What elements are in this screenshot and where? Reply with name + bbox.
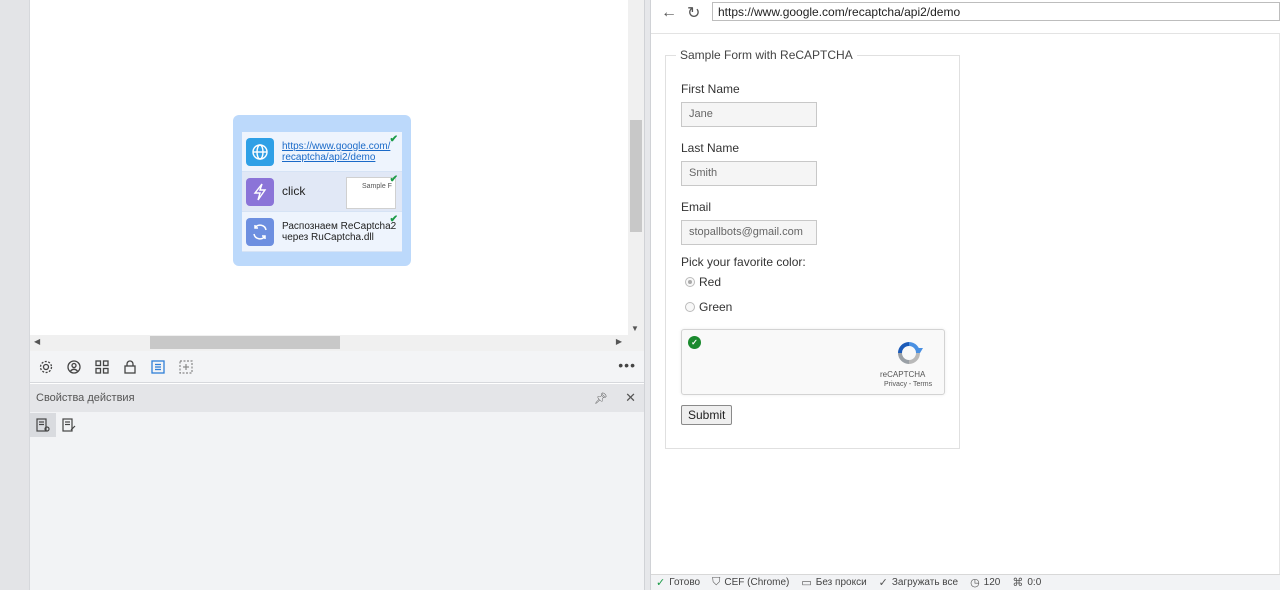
node-click-label: click — [282, 184, 306, 198]
action-group[interactable]: https://www.google.com/ recaptcha/api2/d… — [233, 115, 411, 266]
form-legend: Sample Form with ReCAPTCHA — [676, 48, 857, 62]
mouse-icon: ⌘ — [1012, 577, 1024, 589]
first-name-label: First Name — [681, 82, 740, 96]
shield-icon: ⛉ — [712, 576, 721, 588]
status-counter[interactable]: ⌘ 0:0 — [1012, 576, 1041, 589]
left-gutter — [0, 0, 30, 590]
project-canvas[interactable]: https://www.google.com/ recaptcha/api2/d… — [30, 0, 628, 335]
refresh-icon — [246, 217, 274, 246]
color-option-green[interactable]: Green — [685, 300, 732, 314]
color-label: Pick your favorite color: — [681, 255, 806, 269]
more-options-icon[interactable]: ••• — [618, 357, 636, 373]
email-field[interactable]: stopallbots@gmail.com — [681, 220, 817, 245]
properties-settings-tab-icon[interactable] — [30, 413, 56, 437]
node-url-text[interactable]: https://www.google.com/ recaptcha/api2/d… — [282, 141, 390, 163]
grid-icon[interactable] — [94, 359, 110, 375]
pin-icon[interactable]: 📌︎ — [594, 392, 608, 405]
close-icon[interactable]: ✕ — [625, 390, 636, 406]
radio-red[interactable] — [685, 277, 695, 287]
status-engine[interactable]: ⛉ CEF (Chrome) — [712, 576, 789, 589]
recaptcha-logo-icon — [894, 339, 924, 367]
node-url-line1: https://www.google.com/ — [282, 140, 391, 152]
status-timeout-text: 120 — [983, 577, 1001, 588]
canvas-vertical-scrollbar[interactable]: ▼ — [628, 0, 644, 335]
status-counter-text: 0:0 — [1027, 577, 1042, 588]
settings-icon[interactable] — [38, 359, 54, 375]
status-ready: ✓ Готово — [656, 576, 700, 589]
radio-red-label: Red — [699, 275, 722, 289]
user-icon[interactable] — [66, 359, 82, 375]
clock-icon: ◷ — [970, 577, 980, 589]
properties-header: Свойства действия 📌︎ ✕ — [30, 384, 644, 412]
horizontal-scroll-thumb[interactable] — [150, 336, 340, 349]
action-node-navigate[interactable]: https://www.google.com/ recaptcha/api2/d… — [242, 132, 402, 172]
status-bar: ✓ Готово ⛉ CEF (Chrome) ▭ Без прокси ✓ З… — [651, 574, 1280, 590]
status-proxy[interactable]: ▭ Без прокси — [801, 576, 866, 589]
scroll-left-arrow-icon[interactable]: ◀ — [34, 337, 40, 346]
recaptcha-widget[interactable]: ✓ reCAPTCHA Privacy - Terms — [681, 329, 945, 395]
action-properties-panel: Свойства действия 📌︎ ✕ — [30, 384, 644, 590]
color-option-red[interactable]: Red — [685, 275, 721, 289]
node-recaptcha-text: Распознаем ReCaptcha2 через RuCaptcha.dl… — [282, 221, 396, 243]
action-node-click[interactable]: click Sample F ✔ — [242, 172, 402, 212]
check-circle-icon: ✓ — [656, 577, 666, 589]
captcha-privacy-terms[interactable]: Privacy - Terms — [884, 381, 932, 388]
success-check-icon: ✔ — [389, 214, 398, 225]
monitor-icon: ▭ — [801, 577, 812, 589]
scroll-down-arrow-icon[interactable]: ▼ — [631, 324, 639, 333]
status-load-text: Загружать все — [891, 577, 959, 588]
email-label: Email — [681, 200, 712, 214]
lock-icon[interactable] — [122, 359, 138, 375]
reload-icon[interactable]: ↻ — [687, 3, 700, 23]
last-name-label: Last Name — [681, 141, 740, 155]
first-name-field[interactable]: Jane — [681, 102, 817, 127]
globe-icon — [246, 137, 274, 166]
scroll-right-arrow-icon[interactable]: ▶ — [616, 337, 622, 346]
canvas-horizontal-scrollbar[interactable]: ◀ ▶ — [30, 335, 628, 351]
submit-button[interactable]: Submit — [681, 405, 733, 425]
back-arrow-icon[interactable]: ← — [661, 4, 677, 22]
node-recaptcha-line1: Распознаем ReCaptcha2 — [282, 220, 397, 232]
captcha-checked-icon[interactable]: ✓ — [688, 336, 701, 349]
radio-green-label: Green — [699, 300, 733, 314]
status-engine-text: CEF (Chrome) — [724, 577, 790, 588]
properties-title: Свойства действия — [36, 392, 135, 404]
browser-pane: ← ↻ https://www.google.com/recaptcha/api… — [651, 0, 1280, 590]
radio-green[interactable] — [685, 302, 695, 312]
url-field[interactable]: https://www.google.com/recaptcha/api2/de… — [712, 2, 1280, 21]
properties-tabs — [30, 412, 644, 438]
success-check-icon: ✔ — [389, 134, 398, 145]
last-name-field[interactable]: Smith — [681, 161, 817, 186]
add-box-icon[interactable] — [178, 359, 194, 375]
check-icon: ✓ — [878, 577, 888, 589]
status-load[interactable]: ✓ Загружать все — [879, 576, 958, 589]
recaptcha-demo-form: Sample Form with ReCAPTCHA First Name Ja… — [665, 48, 960, 449]
address-bar: ← ↻ https://www.google.com/recaptcha/api… — [651, 0, 1280, 34]
properties-notes-tab-icon[interactable] — [56, 413, 82, 437]
node-recaptcha-line2: через RuCaptcha.dll — [282, 231, 374, 243]
status-ready-text: Готово — [669, 577, 701, 588]
success-check-icon: ✔ — [389, 174, 398, 185]
element-thumbnail: Sample F — [346, 177, 396, 209]
captcha-brand: reCAPTCHA — [880, 370, 926, 379]
pane-splitter[interactable] — [644, 0, 651, 590]
editor-toolbar: ••• — [30, 351, 644, 383]
list-icon[interactable] — [150, 359, 166, 375]
action-node-recaptcha[interactable]: Распознаем ReCaptcha2 через RuCaptcha.dl… — [242, 212, 402, 252]
status-timeout[interactable]: ◷ 120 — [970, 576, 1000, 589]
lightning-icon — [246, 177, 274, 206]
scroll-corner — [628, 335, 644, 351]
vertical-scroll-thumb[interactable] — [630, 120, 642, 232]
node-url-line2: recaptcha/api2/demo — [282, 151, 376, 163]
status-proxy-text: Без прокси — [815, 577, 867, 588]
